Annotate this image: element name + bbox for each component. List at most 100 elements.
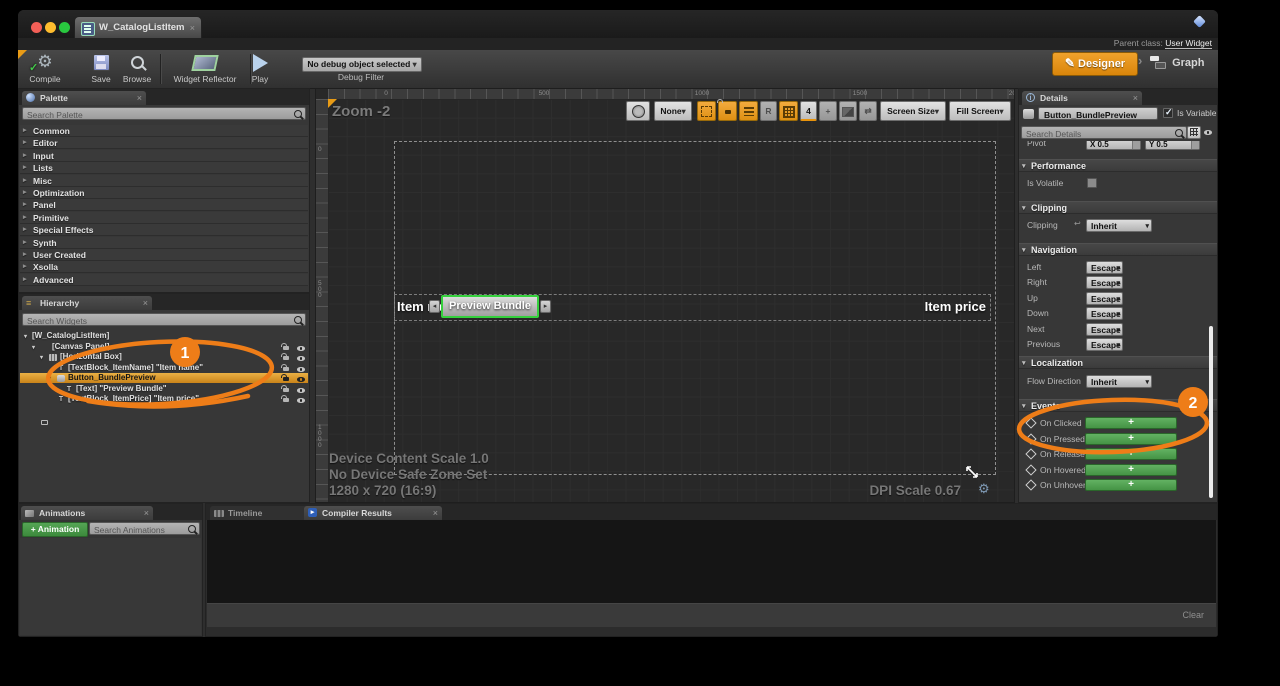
close-tab-icon[interactable]: × xyxy=(1133,91,1138,105)
designer-viewport[interactable]: 0 500 1000 1500 2000 0 500 1000 Zoom -2 … xyxy=(315,88,1015,503)
compile-button[interactable]: ⚙✓ Compile xyxy=(20,52,70,86)
flow-direction-dropdown[interactable]: Inherit xyxy=(1086,375,1152,388)
is-volatile-checkbox[interactable] xyxy=(1087,178,1097,188)
screen-size-dropdown[interactable]: Screen Size▾ xyxy=(880,101,946,121)
expand-arrow-icon[interactable] xyxy=(48,374,51,384)
close-tab-icon[interactable]: × xyxy=(190,17,195,39)
palette-category-user-created[interactable]: User Created xyxy=(20,249,308,261)
tree-row-horizontal-box[interactable]: [Horizontal Box] xyxy=(20,352,308,362)
palette-category-misc[interactable]: Misc xyxy=(20,175,308,187)
minimize-window-icon[interactable] xyxy=(45,22,56,33)
on-hovered-add-button[interactable]: + xyxy=(1085,464,1177,476)
expand-arrow-icon[interactable] xyxy=(24,332,27,342)
canvas-preview-bundle-button[interactable]: Preview Bundle xyxy=(441,295,539,318)
palette-category-special-effects[interactable]: Special Effects xyxy=(20,224,308,236)
section-events[interactable]: Events xyxy=(1019,399,1217,412)
palette-category-common[interactable]: Common xyxy=(20,125,308,137)
close-window-icon[interactable] xyxy=(31,22,42,33)
property-matrix-button[interactable] xyxy=(1187,126,1201,139)
tree-row-button-bundlepreview[interactable]: Button_BundlePreview xyxy=(20,373,308,383)
visibility-eye-icon[interactable] xyxy=(297,386,305,394)
lock-icon[interactable] xyxy=(283,367,289,371)
transform-mode-button[interactable]: + xyxy=(819,101,837,121)
fill-screen-dropdown[interactable]: Fill Screen▾ xyxy=(949,101,1011,121)
widget-name-field[interactable] xyxy=(1038,107,1158,120)
left-handle[interactable]: ◂ xyxy=(429,300,440,313)
clipping-dropdown[interactable]: Inherit xyxy=(1086,219,1152,232)
lock-widgets-button[interactable] xyxy=(718,101,737,121)
canvas-item-price-text[interactable]: Item price xyxy=(876,299,986,314)
dpi-settings-gear-icon[interactable]: ⚙ xyxy=(978,481,990,497)
on-released-add-button[interactable]: + xyxy=(1085,448,1177,460)
browse-button[interactable]: Browse xyxy=(118,52,156,86)
lock-icon[interactable] xyxy=(283,346,289,350)
save-button[interactable]: Save xyxy=(84,52,118,86)
nav-right-dropdown[interactable]: Escape xyxy=(1086,276,1123,289)
preview-background-button[interactable] xyxy=(839,101,857,121)
tree-row-canvas-panel[interactable]: [Canvas Panel] xyxy=(20,342,308,352)
details-search-input[interactable] xyxy=(1024,127,1167,140)
parent-class-link[interactable]: User Widget xyxy=(1165,38,1212,49)
view-options-eye-icon[interactable] xyxy=(1204,128,1212,136)
tab-details[interactable]: i Details × xyxy=(1022,91,1142,105)
visibility-eye-icon[interactable] xyxy=(297,354,305,362)
hierarchy-search-input[interactable] xyxy=(25,314,269,327)
section-localization[interactable]: Localization xyxy=(1019,356,1217,369)
visibility-eye-icon[interactable] xyxy=(297,396,305,404)
palette-category-lists[interactable]: Lists xyxy=(20,162,308,174)
close-tab-icon[interactable]: × xyxy=(144,506,149,520)
palette-category-synth[interactable]: Synth xyxy=(20,237,308,249)
animations-list-area[interactable] xyxy=(20,538,201,635)
right-handle[interactable]: ▸ xyxy=(540,300,551,313)
tab-animations[interactable]: Animations × xyxy=(21,506,153,520)
on-clicked-add-button[interactable]: + xyxy=(1085,417,1177,429)
lock-icon[interactable] xyxy=(283,356,289,360)
outline-toggle-button[interactable] xyxy=(697,101,716,121)
tree-row-textblock-itemprice[interactable]: T [TextBlock_ItemPrice] "Item price" xyxy=(20,394,308,404)
maximize-window-icon[interactable] xyxy=(59,22,70,33)
reset-arrow-icon[interactable]: ↩ xyxy=(1074,219,1081,228)
designer-mode-button[interactable]: ✎ Designer xyxy=(1052,52,1138,76)
clear-button[interactable]: Clear xyxy=(1182,610,1204,620)
on-unhovered-add-button[interactable]: + xyxy=(1085,479,1177,491)
palette-category-panel[interactable]: Panel xyxy=(20,199,308,211)
close-tab-icon[interactable]: × xyxy=(433,506,438,520)
section-navigation[interactable]: Navigation xyxy=(1019,243,1217,256)
align-button[interactable] xyxy=(739,101,758,121)
asset-tab[interactable]: W_CatalogListItem × xyxy=(74,16,202,38)
nav-previous-dropdown[interactable]: Escape xyxy=(1086,338,1123,351)
section-performance[interactable]: Performance xyxy=(1019,159,1217,172)
visibility-eye-icon[interactable] xyxy=(297,344,305,352)
palette-category-optimization[interactable]: Optimization xyxy=(20,187,308,199)
graph-mode-button[interactable]: Graph xyxy=(1150,53,1212,73)
tree-row-root[interactable]: [W_CatalogListItem] xyxy=(20,331,308,341)
tab-compiler-results[interactable]: ▸ Compiler Results × xyxy=(304,506,442,520)
tab-hierarchy[interactable]: ≡ Hierarchy × xyxy=(22,296,152,310)
add-animation-button[interactable]: + Animation xyxy=(22,522,88,537)
palette-category-xsolla[interactable]: Xsolla xyxy=(20,261,308,273)
widget-name-input[interactable] xyxy=(1042,108,1155,121)
close-tab-icon[interactable]: × xyxy=(137,91,142,105)
pivot-x-field[interactable]: X 0.5 xyxy=(1086,141,1141,150)
close-tab-icon[interactable]: × xyxy=(143,296,148,310)
lock-icon[interactable] xyxy=(283,398,289,402)
visibility-eye-icon[interactable] xyxy=(297,365,305,373)
tree-row-text-preview-bundle[interactable]: T [Text] "Preview Bundle" xyxy=(20,384,308,394)
palette-category-primitive[interactable]: Primitive xyxy=(20,212,308,224)
localization-preview-button[interactable] xyxy=(626,101,650,121)
animations-search-input[interactable] xyxy=(92,523,189,536)
palette-category-input[interactable]: Input xyxy=(20,150,308,162)
tab-palette[interactable]: Palette × xyxy=(22,91,146,105)
lock-icon[interactable] xyxy=(283,377,289,381)
grid-snap-size-button[interactable]: 4 xyxy=(800,101,817,121)
debug-object-dropdown[interactable]: No debug object selected ▾ xyxy=(302,57,422,72)
details-scrollbar[interactable] xyxy=(1209,326,1213,498)
nav-left-dropdown[interactable]: Escape xyxy=(1086,261,1123,274)
palette-category-advanced[interactable]: Advanced xyxy=(20,274,308,286)
expand-arrow-icon[interactable] xyxy=(40,353,43,363)
play-button[interactable]: Play xyxy=(230,52,290,86)
nav-up-dropdown[interactable]: Escape xyxy=(1086,292,1123,305)
flag-dropdown-button[interactable]: None▾ xyxy=(654,101,692,121)
lock-icon[interactable] xyxy=(283,388,289,392)
palette-search-input[interactable] xyxy=(25,108,269,121)
